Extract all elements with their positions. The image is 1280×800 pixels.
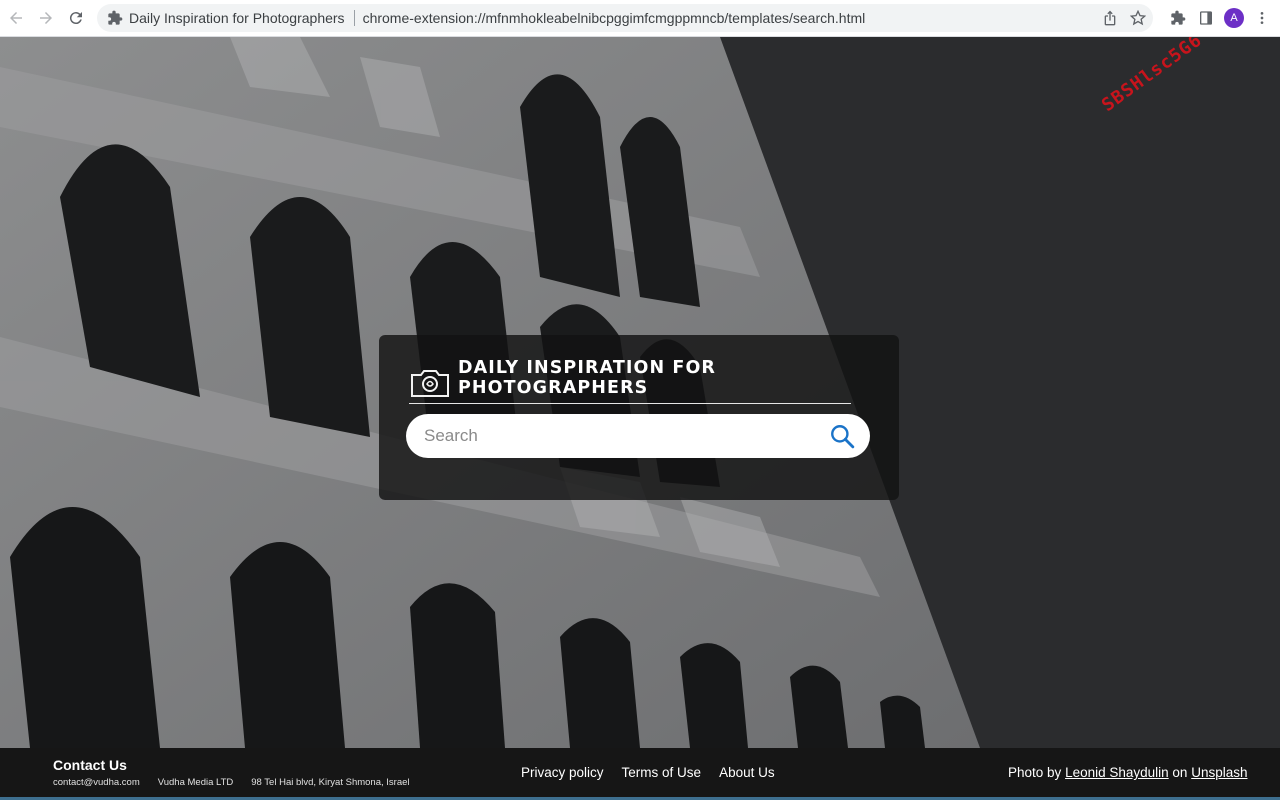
brand-header: DAILY INSPIRATION FOR PHOTOGRAPHERS	[409, 358, 851, 404]
search-box	[406, 414, 870, 458]
search-icon[interactable]	[828, 422, 856, 450]
search-card: DAILY INSPIRATION FOR PHOTOGRAPHERS	[379, 335, 899, 500]
credit-middle: on	[1172, 765, 1188, 780]
privacy-policy-link[interactable]: Privacy policy	[521, 765, 604, 780]
unsplash-link[interactable]: Unsplash	[1191, 765, 1247, 780]
extensions-puzzle-icon[interactable]	[1168, 4, 1188, 32]
camera-logo-icon	[409, 367, 451, 399]
search-input[interactable]	[424, 416, 814, 456]
contact-email[interactable]: contact@vudha.com	[53, 777, 140, 788]
company-name: Vudha Media LTD	[157, 777, 234, 788]
back-arrow-icon[interactable]	[2, 4, 30, 32]
about-us-link[interactable]: About Us	[719, 765, 775, 780]
contact-title: Contact Us	[53, 757, 127, 773]
profile-avatar[interactable]: A	[1224, 8, 1244, 28]
page-footer: Contact Us contact@vudha.com Vudha Media…	[0, 748, 1280, 800]
extension-name: Daily Inspiration for Photographers	[129, 10, 345, 26]
side-panel-icon[interactable]	[1196, 4, 1216, 32]
contact-details: contact@vudha.com Vudha Media LTD 98 Tel…	[53, 777, 410, 788]
kebab-menu-icon[interactable]	[1252, 4, 1272, 32]
footer-links: Privacy policy Terms of Use About Us	[521, 765, 775, 780]
terms-of-use-link[interactable]: Terms of Use	[622, 765, 702, 780]
url-text[interactable]: chrome-extension://mfnmhokleabelnibcpggi…	[363, 10, 866, 26]
credit-prefix: Photo by	[1008, 765, 1062, 780]
company-address: 98 Tel Hai blvd, Kiryat Shmona, Israel	[251, 777, 410, 788]
bookmark-star-icon[interactable]	[1128, 4, 1148, 32]
reload-icon[interactable]	[62, 4, 90, 32]
address-separator	[353, 10, 355, 26]
brand-title: DAILY INSPIRATION FOR PHOTOGRAPHERS	[458, 358, 716, 398]
browser-toolbar: Daily Inspiration for Photographers chro…	[0, 0, 1280, 37]
photo-credit: Photo by Leonid Shaydulin on Unsplash	[1008, 765, 1248, 780]
extension-puzzle-icon	[107, 10, 123, 26]
photographer-link[interactable]: Leonid Shaydulin	[1065, 765, 1169, 780]
share-icon[interactable]	[1100, 4, 1120, 32]
forward-arrow-icon[interactable]	[32, 4, 60, 32]
address-bar[interactable]: Daily Inspiration for Photographers chro…	[97, 4, 1153, 32]
toolbar-actions: A	[1100, 4, 1272, 32]
